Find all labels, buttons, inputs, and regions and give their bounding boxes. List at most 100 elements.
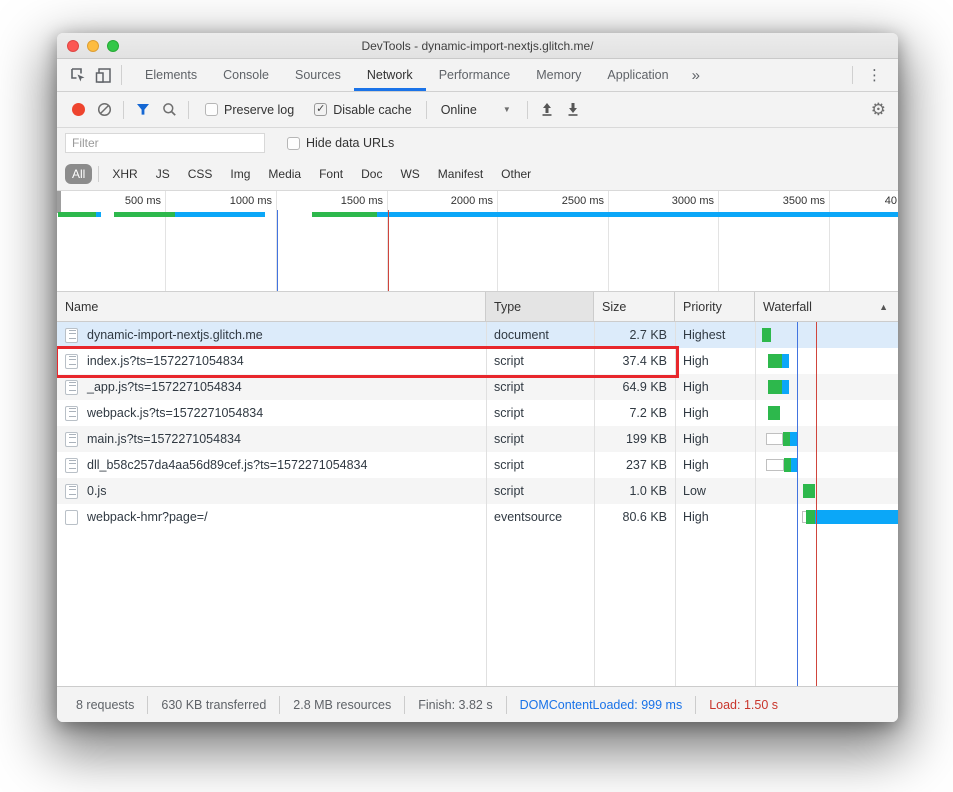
waterfall-bar bbox=[762, 328, 771, 342]
overview-bar-blue bbox=[96, 212, 101, 217]
filter-input[interactable] bbox=[65, 133, 265, 153]
more-tabs-icon[interactable]: » bbox=[682, 59, 710, 91]
tick-label: 2000 ms bbox=[413, 195, 493, 209]
waterfall-bar-waiting bbox=[766, 433, 783, 445]
import-har-icon[interactable] bbox=[534, 97, 560, 123]
network-status-bar: 8 requests 630 KB transferred 2.8 MB res… bbox=[57, 686, 898, 722]
gridline bbox=[497, 191, 498, 291]
column-header-size[interactable]: Size bbox=[594, 292, 675, 321]
filter-icon[interactable] bbox=[130, 97, 156, 123]
hide-data-urls-checkbox[interactable]: ✓ Hide data URLs bbox=[287, 136, 394, 150]
request-row-dll-js[interactable]: dll_b58c257da4aa56d89cef.js?ts=157227105… bbox=[57, 452, 898, 478]
panel-tabs: Elements Console Sources Network Perform… bbox=[132, 59, 710, 91]
close-window-button[interactable] bbox=[67, 40, 79, 52]
tick-label: 1000 ms bbox=[192, 195, 272, 209]
ruler-notch bbox=[57, 191, 61, 213]
screenshot-stage: DevTools - dynamic-import-nextjs.glitch.… bbox=[0, 0, 953, 792]
devtools-tab-bar: Elements Console Sources Network Perform… bbox=[57, 59, 898, 92]
tab-console[interactable]: Console bbox=[210, 59, 282, 91]
toggle-device-toolbar-icon[interactable] bbox=[91, 59, 117, 91]
request-row-webpack-js[interactable]: webpack.js?ts=1572271054834 script 7.2 K… bbox=[57, 400, 898, 426]
tick-label: 3500 ms bbox=[745, 195, 825, 209]
traffic-lights bbox=[67, 40, 119, 52]
eventsource-file-icon bbox=[65, 510, 78, 525]
request-row-document[interactable]: dynamic-import-nextjs.glitch.me document… bbox=[57, 322, 898, 348]
request-row-main-js[interactable]: main.js?ts=1572271054834 script 199 KB H… bbox=[57, 426, 898, 452]
type-filter-js[interactable]: JS bbox=[149, 164, 177, 184]
waterfall-bar bbox=[806, 510, 815, 524]
network-overview-timeline[interactable]: 500 ms 1000 ms 1500 ms 2000 ms 2500 ms 3… bbox=[57, 190, 898, 292]
transferred-size: 630 KB transferred bbox=[147, 696, 279, 714]
waterfall-bar bbox=[784, 458, 791, 472]
tab-memory[interactable]: Memory bbox=[523, 59, 594, 91]
tab-performance[interactable]: Performance bbox=[426, 59, 524, 91]
throttling-dropdown[interactable]: Online ▼ bbox=[441, 103, 511, 117]
export-har-icon[interactable] bbox=[560, 97, 586, 123]
script-file-icon bbox=[65, 406, 78, 421]
column-header-type[interactable]: Type bbox=[486, 292, 594, 321]
search-icon[interactable] bbox=[156, 97, 182, 123]
type-filter-doc[interactable]: Doc bbox=[354, 164, 389, 184]
column-header-priority[interactable]: Priority bbox=[675, 292, 755, 321]
window-title: DevTools - dynamic-import-nextjs.glitch.… bbox=[361, 39, 593, 53]
type-filter-img[interactable]: Img bbox=[223, 164, 257, 184]
tab-sources[interactable]: Sources bbox=[282, 59, 354, 91]
type-filter-other[interactable]: Other bbox=[494, 164, 538, 184]
gridline bbox=[829, 191, 830, 291]
request-row-0-js[interactable]: 0.js script 1.0 KB Low bbox=[57, 478, 898, 504]
clear-network-log-icon[interactable] bbox=[91, 97, 117, 123]
request-row-webpack-hmr[interactable]: webpack-hmr?page=/ eventsource 80.6 KB H… bbox=[57, 504, 898, 530]
devtools-window: DevTools - dynamic-import-nextjs.glitch.… bbox=[57, 33, 898, 722]
waterfall-bar bbox=[768, 406, 780, 420]
requests-table-header: Name Type Size Priority Waterfall ▲ bbox=[57, 292, 898, 322]
type-filter-css[interactable]: CSS bbox=[181, 164, 220, 184]
waterfall-bar bbox=[803, 484, 815, 498]
preserve-log-checkbox[interactable]: ✓ Preserve log bbox=[205, 103, 294, 117]
divider bbox=[188, 101, 189, 119]
type-filter-media[interactable]: Media bbox=[261, 164, 308, 184]
resource-type-filters: All XHR JS CSS Img Media Font Doc WS Man… bbox=[57, 158, 898, 190]
disable-cache-checkbox[interactable]: ✓ Disable cache bbox=[314, 103, 412, 117]
gridline bbox=[165, 191, 166, 291]
tab-application[interactable]: Application bbox=[594, 59, 681, 91]
requests-count: 8 requests bbox=[63, 696, 147, 714]
finish-time: Finish: 3.82 s bbox=[404, 696, 505, 714]
tab-elements[interactable]: Elements bbox=[132, 59, 210, 91]
throttling-value: Online bbox=[441, 103, 477, 117]
tab-network[interactable]: Network bbox=[354, 59, 426, 91]
dom-content-loaded-time: DOMContentLoaded: 999 ms bbox=[506, 696, 696, 714]
zoom-window-button[interactable] bbox=[107, 40, 119, 52]
checkbox-unchecked: ✓ bbox=[287, 137, 300, 150]
load-time: Load: 1.50 s bbox=[695, 696, 791, 714]
waterfall-bar bbox=[782, 380, 789, 394]
tick-label: 3000 ms bbox=[634, 195, 714, 209]
column-header-name[interactable]: Name bbox=[57, 292, 486, 321]
main-menu-icon[interactable]: ⋮ bbox=[857, 66, 892, 84]
divider bbox=[426, 101, 427, 119]
type-filter-manifest[interactable]: Manifest bbox=[431, 164, 490, 184]
hide-data-urls-label: Hide data URLs bbox=[306, 136, 394, 150]
record-network-log-icon[interactable] bbox=[65, 97, 91, 123]
dom-content-loaded-line bbox=[797, 322, 798, 686]
type-filter-all[interactable]: All bbox=[65, 164, 92, 184]
annotation-highlight-box bbox=[57, 346, 679, 378]
document-file-icon bbox=[65, 328, 78, 343]
waterfall-bar bbox=[815, 510, 898, 524]
waterfall-bar bbox=[768, 354, 782, 368]
tick-label: 40 bbox=[875, 195, 897, 209]
load-event-line bbox=[388, 210, 389, 291]
waterfall-bar bbox=[790, 432, 797, 446]
checkbox-unchecked: ✓ bbox=[205, 103, 218, 116]
gridline bbox=[608, 191, 609, 291]
type-filter-xhr[interactable]: XHR bbox=[105, 164, 144, 184]
tick-label: 500 ms bbox=[81, 195, 161, 209]
type-filter-font[interactable]: Font bbox=[312, 164, 350, 184]
settings-gear-icon[interactable]: ⚙ bbox=[871, 100, 890, 120]
minimize-window-button[interactable] bbox=[87, 40, 99, 52]
type-filter-ws[interactable]: WS bbox=[393, 164, 426, 184]
waterfall-bar bbox=[783, 432, 790, 446]
column-header-waterfall[interactable]: Waterfall ▲ bbox=[755, 292, 898, 321]
tabbar-right-controls: ⋮ bbox=[848, 59, 898, 91]
inspect-element-icon[interactable] bbox=[65, 59, 91, 91]
divider bbox=[123, 101, 124, 119]
